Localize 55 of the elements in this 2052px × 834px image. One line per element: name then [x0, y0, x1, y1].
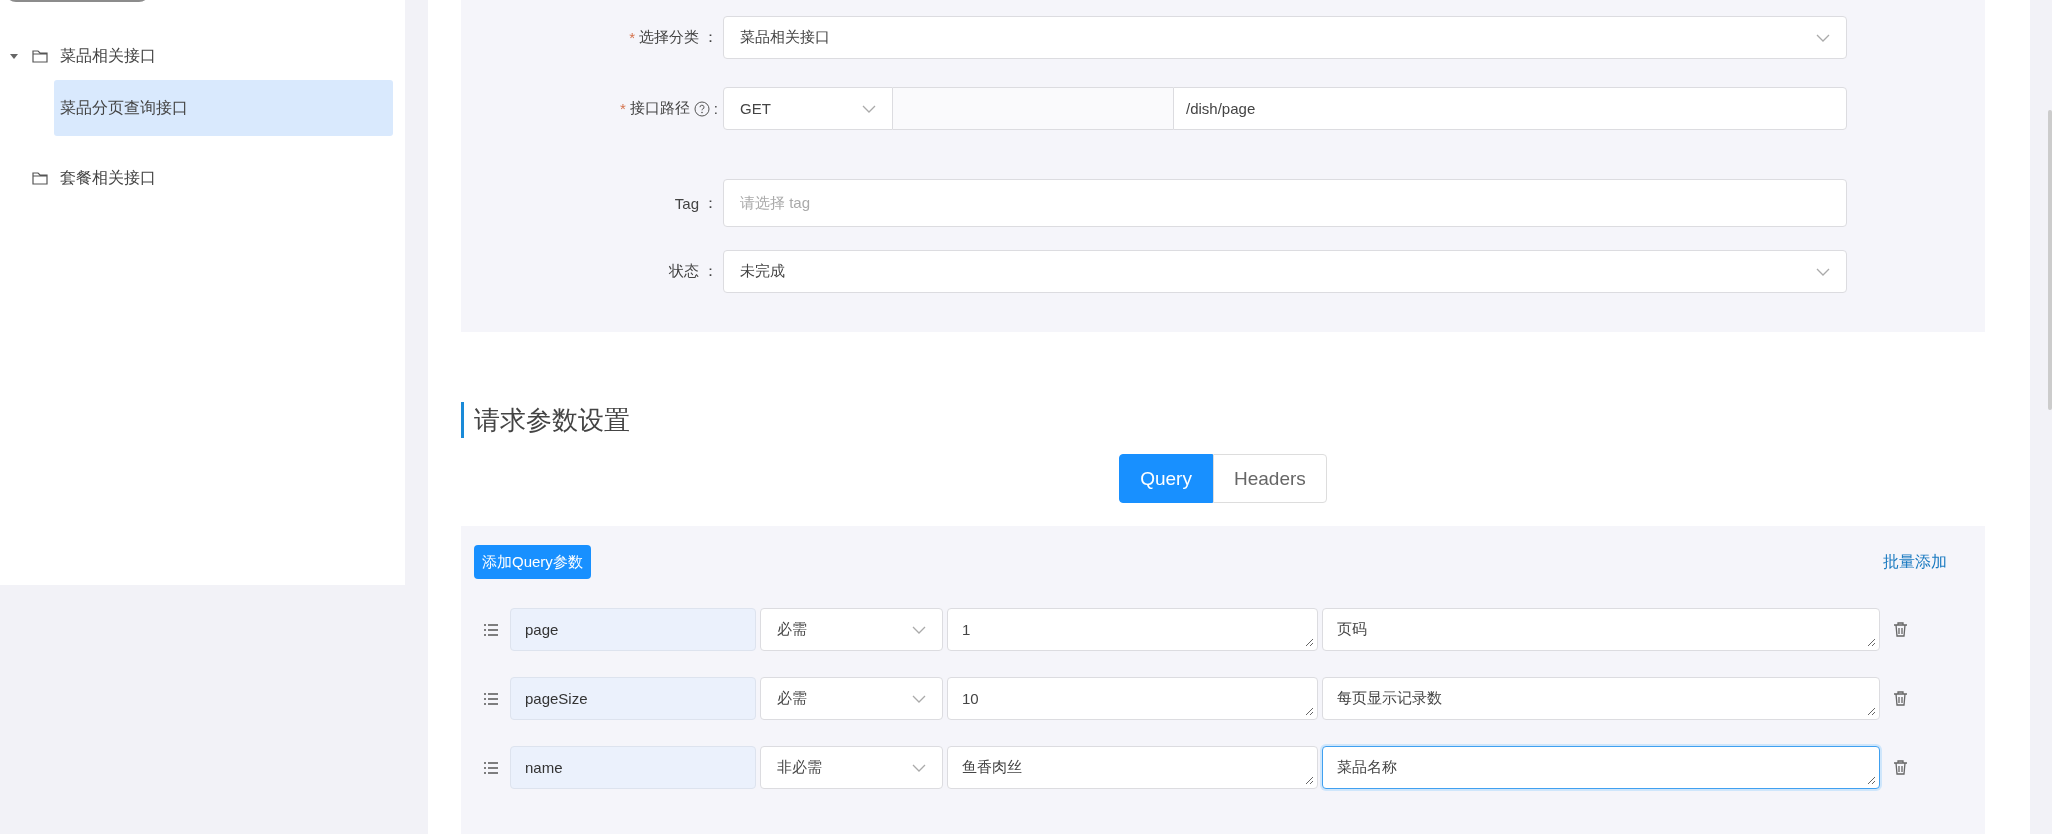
field-label: 选择分类: [639, 28, 699, 47]
tree-folder[interactable]: 菜品相关接口: [56, 41, 160, 71]
chevron-down-icon: [862, 103, 876, 114]
required-select[interactable]: 必需: [760, 677, 943, 720]
param-description-field[interactable]: 菜品名称: [1322, 746, 1880, 789]
resize-handle-icon[interactable]: [1305, 638, 1314, 647]
help-icon[interactable]: [693, 100, 710, 117]
drag-handle-icon[interactable]: [484, 692, 498, 705]
select-field[interactable]: 菜品相关接口: [723, 16, 1847, 59]
field-label: 接口路径: [629, 99, 690, 118]
chevron-down-icon: [912, 624, 926, 635]
delete-icon[interactable]: [1894, 760, 1907, 775]
param-name-field[interactable]: pageSize: [510, 677, 756, 720]
label-colon: ：: [703, 28, 718, 47]
label-colon: :: [713, 100, 718, 117]
resize-handle-icon[interactable]: [1305, 776, 1314, 785]
required-mark: *: [629, 29, 635, 46]
drag-handle-icon[interactable]: [484, 761, 498, 774]
tree-folder[interactable]: 套餐相关接口: [56, 163, 160, 193]
param-description-field[interactable]: 页码: [1322, 608, 1880, 651]
param-value-field[interactable]: 10: [947, 677, 1318, 720]
resize-handle-icon[interactable]: [1867, 776, 1876, 785]
resize-handle-icon[interactable]: [1867, 638, 1876, 647]
folder-icon: [32, 171, 48, 185]
drag-handle-icon[interactable]: [484, 623, 498, 636]
chevron-down-icon: [1816, 266, 1830, 277]
field-label: 状态: [669, 262, 699, 281]
label-colon: ：: [703, 193, 718, 213]
field-label: Tag: [674, 194, 699, 212]
delete-icon[interactable]: [1894, 691, 1907, 706]
param-value-field[interactable]: 1: [947, 608, 1318, 651]
required-select[interactable]: 非必需: [760, 746, 943, 789]
tab[interactable]: Headers: [1212, 454, 1327, 503]
bulk-add-link[interactable]: 批量添加: [1883, 551, 1947, 573]
param-name-field[interactable]: name: [510, 746, 756, 789]
resize-handle-icon[interactable]: [1305, 707, 1314, 716]
resize-handle-icon[interactable]: [1867, 707, 1876, 716]
path-field[interactable]: /dish/page: [1173, 87, 1847, 130]
param-value-field[interactable]: 鱼香肉丝: [947, 746, 1318, 789]
method-select[interactable]: GET: [723, 87, 893, 130]
section-title: 请求参数设置: [461, 402, 1985, 438]
param-name-field[interactable]: page: [510, 608, 756, 651]
chevron-down-icon: [912, 762, 926, 773]
chevron-down-icon: [912, 693, 926, 704]
path-prefix-field[interactable]: [893, 87, 1173, 130]
required-select[interactable]: 必需: [760, 608, 943, 651]
delete-icon[interactable]: [1894, 622, 1907, 637]
param-description-field[interactable]: 每页显示记录数: [1322, 677, 1880, 720]
label-colon: ：: [703, 262, 718, 281]
scrollbar[interactable]: [2048, 110, 2052, 410]
chevron-down-icon: [1816, 32, 1830, 43]
tree-item[interactable]: 菜品分页查询接口: [54, 80, 393, 136]
select-field[interactable]: 未完成: [723, 250, 1847, 293]
folder-icon: [32, 49, 48, 63]
required-mark: *: [620, 100, 626, 117]
